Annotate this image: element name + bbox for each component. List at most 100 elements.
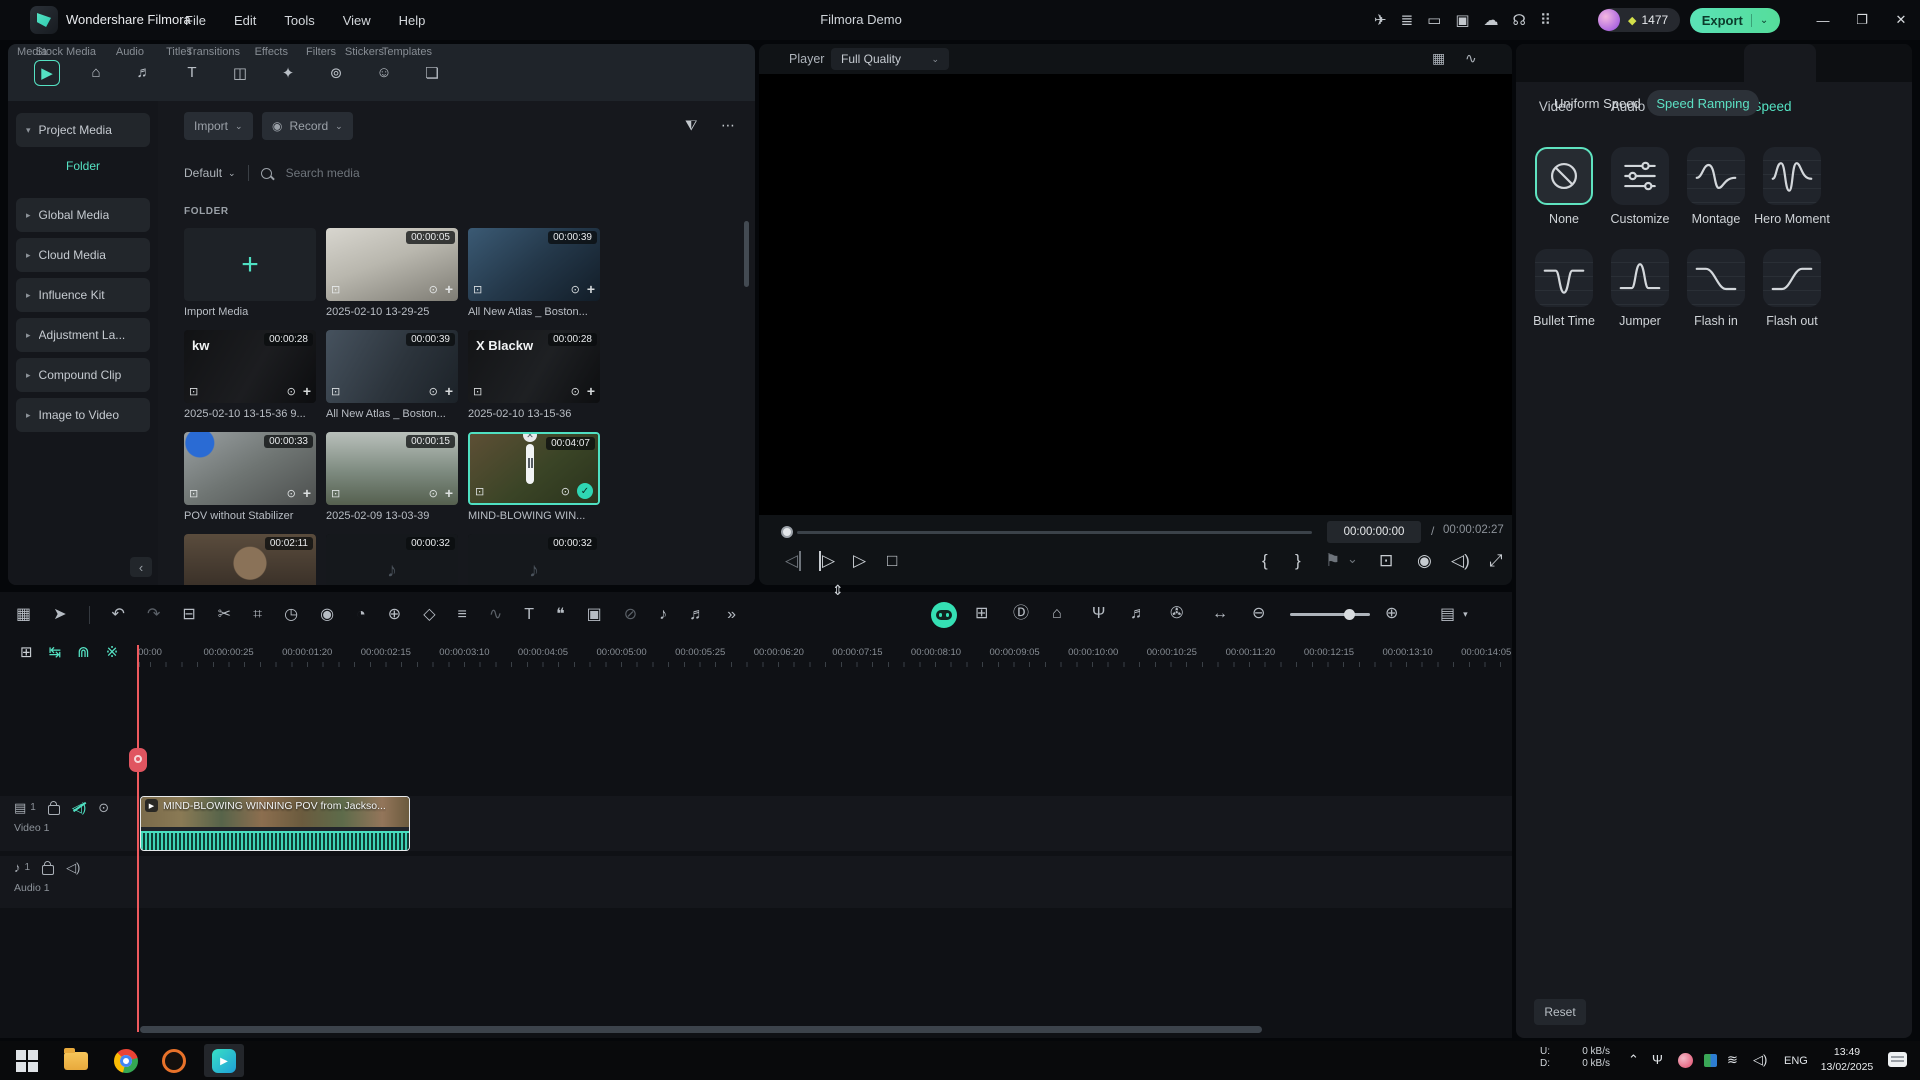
sidebar-collapse-button[interactable]: ‹ — [130, 557, 152, 577]
adjustment-icon[interactable]: ≡ — [458, 607, 467, 623]
snap-magnet-icon[interactable]: ⋒ — [77, 645, 90, 660]
undo-icon[interactable]: ↶ — [112, 607, 125, 623]
mute-track-icon[interactable]: ◁) — [72, 801, 86, 814]
speaker-icon[interactable]: ◁) — [1753, 1052, 1767, 1069]
zoom-out-icon[interactable]: ⊖ — [1252, 606, 1265, 622]
tab-media[interactable]: ▶Media — [34, 60, 60, 86]
snapshot-camera-icon[interactable]: ✇ — [1170, 606, 1183, 622]
preview-window-button[interactable]: ⊡ — [1379, 551, 1393, 571]
clock[interactable]: 13:4913/02/2025 — [1812, 1045, 1882, 1075]
tab-transitions[interactable]: ◫Transitions — [228, 61, 252, 85]
timeline-zoom-slider[interactable] — [1290, 613, 1370, 616]
timer-icon[interactable]: ◔ — [356, 607, 366, 623]
filter-icon[interactable]: ⧨ — [685, 117, 698, 134]
media-scrollbar[interactable] — [744, 221, 749, 287]
filmora-taskbar-button[interactable]: ▶ — [204, 1044, 244, 1077]
start-button[interactable] — [16, 1050, 40, 1074]
restore-button[interactable]: ❐ — [1843, 0, 1881, 40]
trim-handle[interactable] — [526, 444, 534, 484]
lock-track-icon[interactable] — [42, 865, 54, 875]
scrubber-handle[interactable] — [781, 526, 793, 538]
more-options-icon[interactable]: ⋯ — [721, 117, 736, 134]
scrubber-track[interactable] — [797, 531, 1312, 534]
save-icon[interactable]: ▣ — [1455, 11, 1469, 29]
video-scope-icon[interactable]: ∿ — [1465, 50, 1477, 67]
sidebar-item-project-media[interactable]: ▾Project Media — [16, 113, 150, 147]
preset-flash-in[interactable] — [1687, 249, 1745, 307]
tab-stock-media[interactable]: ⌂Stock Media — [84, 61, 108, 85]
language-indicator[interactable]: ENG — [1784, 1054, 1808, 1068]
menu-view[interactable]: View — [343, 13, 371, 28]
media-tile[interactable]: 00:00:39⊡⊙+All New Atlas _ Boston... — [326, 330, 458, 420]
record-button[interactable]: ◉ Record⌄ — [262, 112, 353, 140]
previous-frame-button[interactable]: ◁ — [785, 551, 801, 571]
next-frame-button[interactable]: ▷ — [819, 551, 835, 571]
marker-button[interactable]: ⚑ — [1325, 551, 1340, 571]
preview-quality-icon[interactable]: Ⓓ — [1013, 606, 1029, 622]
tab-audio[interactable]: ♬Audio — [132, 61, 156, 85]
lock-track-icon[interactable] — [48, 805, 60, 815]
sidebar-item-cloud-media[interactable]: ▸Cloud Media — [16, 238, 150, 272]
timeline-ruler[interactable]: 00:0000:00:00:2500:00:01:2000:00:02:1500… — [135, 645, 1512, 667]
green-screen-icon[interactable]: ▣ — [587, 607, 602, 623]
track-manager-button[interactable]: ▤▾ — [1440, 604, 1468, 624]
stop-button[interactable]: □ — [887, 551, 897, 571]
preset-customize[interactable] — [1611, 147, 1669, 205]
import-media-tile[interactable]: +Import Media — [184, 228, 316, 318]
apps-grid-icon[interactable]: ⠿ — [1540, 11, 1551, 29]
auto-split-icon[interactable]: ※ — [106, 645, 119, 660]
more-tools-icon[interactable]: » — [727, 607, 736, 623]
preset-jumper[interactable] — [1611, 249, 1669, 307]
project-settings-icon[interactable]: ≣ — [1401, 11, 1414, 29]
sidebar-item-compound-clip[interactable]: ▸Compound Clip — [16, 358, 150, 392]
notification-center-icon[interactable] — [1888, 1052, 1907, 1067]
add-to-timeline-icon[interactable]: + — [587, 383, 595, 399]
tab-templates[interactable]: ❏Templates — [420, 61, 444, 85]
mark-in-button[interactable]: { — [1262, 551, 1268, 571]
snapshot-button[interactable]: ◉ — [1417, 551, 1432, 571]
add-to-timeline-icon[interactable]: + — [445, 485, 453, 501]
motion-track-icon[interactable]: ⊕ — [388, 607, 401, 623]
ai-copilot-button[interactable] — [931, 602, 957, 628]
add-to-timeline-icon[interactable]: + — [445, 383, 453, 399]
tab-filters[interactable]: ⊚Filters — [324, 61, 348, 85]
ai-audio-icon[interactable]: ♪ — [659, 607, 667, 623]
media-tile[interactable]: 00:04:07⊡⊙✓✕MIND-BLOWING WIN... — [468, 432, 600, 522]
text-to-speech-icon[interactable]: T — [524, 607, 534, 623]
playhead-marker[interactable] — [129, 748, 147, 772]
sidebar-item-image-to-video[interactable]: ▸Image to Video — [16, 398, 150, 432]
add-to-timeline-icon[interactable]: + — [445, 281, 453, 297]
ai-music-icon[interactable]: ♬ — [689, 607, 705, 623]
wifi-icon[interactable]: ≋ — [1727, 1052, 1738, 1069]
cloud-upload-icon[interactable]: ☁ — [1484, 11, 1499, 29]
search-input[interactable] — [284, 165, 488, 181]
tab-stickers[interactable]: ☺Stickers — [372, 61, 396, 85]
preset-flash-out[interactable] — [1763, 249, 1821, 307]
pane-resize-cursor[interactable]: ⇕ — [832, 582, 844, 599]
media-tile[interactable]: ♪00:00:32⊡⊙+ — [326, 534, 458, 585]
volume-button[interactable]: ◁) — [1451, 551, 1470, 571]
file-explorer-icon[interactable] — [64, 1052, 88, 1070]
tray-app-icon[interactable] — [1678, 1053, 1693, 1068]
audio-track-lane[interactable] — [0, 856, 1512, 908]
sort-dropdown[interactable]: Default — [184, 166, 222, 180]
keyframe-icon[interactable]: ◇ — [423, 607, 435, 623]
minimize-button[interactable]: — — [1804, 0, 1842, 40]
split-icon[interactable]: ✂ — [218, 607, 231, 623]
tray-mic-icon[interactable]: Ψ — [1652, 1052, 1663, 1069]
add-to-timeline-icon[interactable]: + — [587, 281, 595, 297]
speed-ramping-tab[interactable]: Speed Ramping — [1647, 90, 1759, 116]
share-icon[interactable]: ✈ — [1374, 11, 1387, 29]
tray-expand-icon[interactable]: ⌃ — [1628, 1052, 1639, 1069]
media-tile[interactable]: X Blackw00:00:28⊡⊙+2025-02-10 13-15-36 — [468, 330, 600, 420]
duplicate-icon[interactable]: ⊞ — [20, 645, 33, 660]
support-headset-icon[interactable]: ☊ — [1513, 11, 1526, 29]
menu-file[interactable]: File — [185, 13, 206, 28]
media-tile[interactable]: kw00:00:28⊡⊙+2025-02-10 13-15-36 9... — [184, 330, 316, 420]
import-media-dropzone[interactable]: + — [184, 228, 316, 301]
media-tile[interactable]: ♪00:00:32⊡⊙+ — [468, 534, 600, 585]
avatar[interactable] — [1598, 9, 1620, 31]
media-tile[interactable]: 00:00:05⊡⊙+2025-02-10 13-29-25 — [326, 228, 458, 318]
timeline-scrollbar[interactable] — [140, 1026, 1262, 1033]
mask-icon[interactable]: ⌂ — [1052, 606, 1062, 622]
